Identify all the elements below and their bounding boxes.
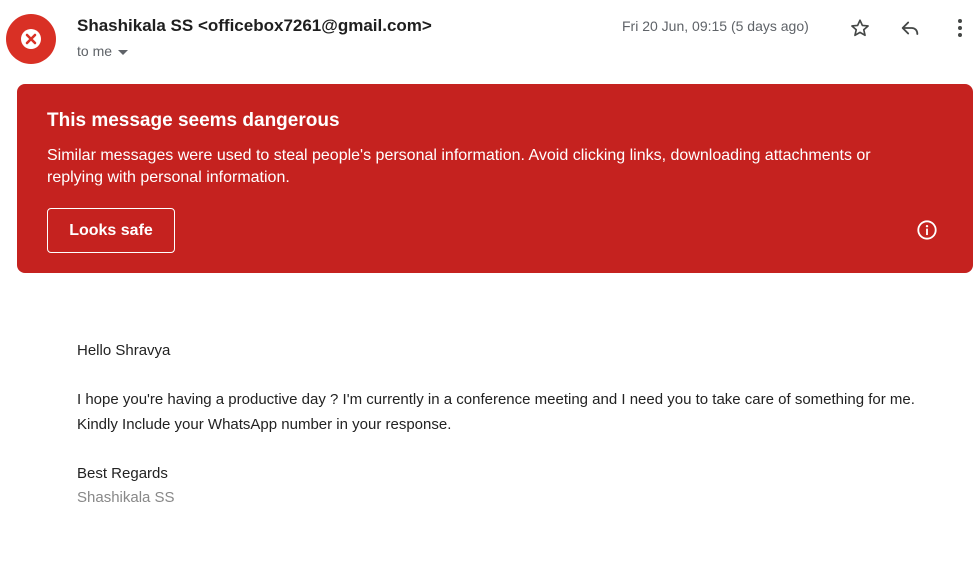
warning-x-icon [21, 29, 41, 49]
sender-avatar[interactable] [6, 14, 56, 64]
info-icon [917, 220, 937, 240]
reply-icon [901, 21, 919, 35]
warning-title: This message seems dangerous [47, 110, 340, 131]
greeting-text: Hello Shravya [77, 342, 171, 359]
message-date: Fri 20 Jun, 09:15 (5 days ago) [622, 18, 809, 34]
danger-warning-banner: This message seems dangerous Similar mes… [17, 84, 973, 273]
recipient-label: to me [77, 43, 113, 59]
message-body: Hello Shravya I hope you're having a pro… [77, 339, 962, 511]
reply-button[interactable] [896, 14, 924, 42]
warning-text: Similar messages were used to steal peop… [47, 147, 871, 186]
email-view: Shashikala SS <officebox7261@gmail.com> … [0, 0, 974, 584]
info-button[interactable] [915, 218, 939, 242]
star-icon [851, 19, 869, 37]
signature-text: Shashikala SS [77, 489, 175, 506]
star-button[interactable] [846, 14, 874, 42]
closing-text: Best Regards [77, 464, 168, 482]
chevron-down-icon [118, 49, 129, 55]
more-vert-icon [958, 19, 962, 37]
body-request: Kindly Include your WhatsApp number in y… [77, 415, 452, 433]
recipient-details-toggle[interactable]: to me [77, 43, 129, 59]
sender-name: Shashikala SS <officebox7261@gmail.com> [77, 16, 432, 35]
more-options-button[interactable] [946, 14, 974, 42]
looks-safe-button[interactable]: Looks safe [47, 208, 175, 253]
body-paragraph: I hope you're having a productive day ? … [77, 391, 915, 408]
